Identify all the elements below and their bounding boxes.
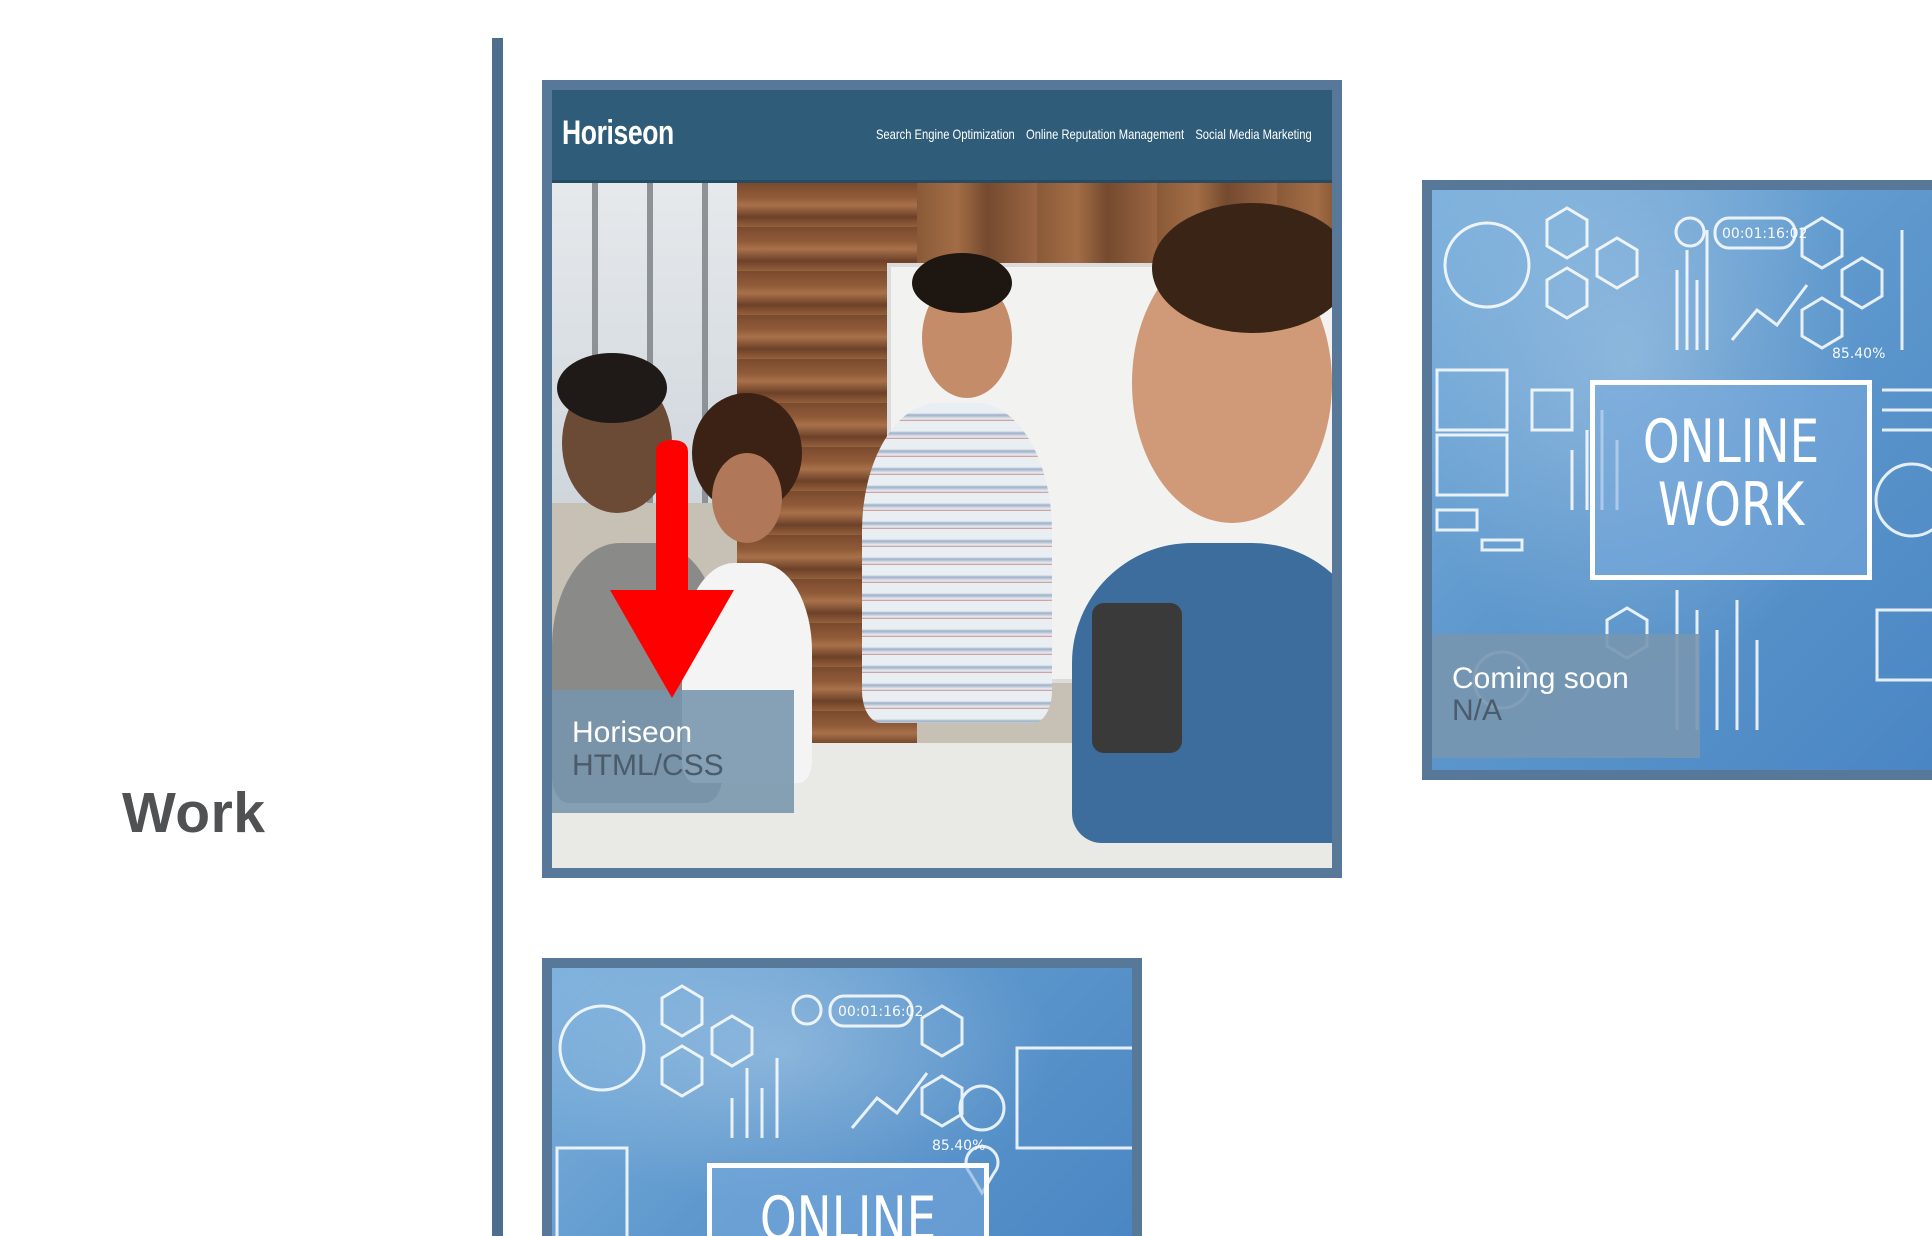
- percent-label: 85.40%: [932, 1138, 985, 1154]
- project-tech: N/A: [1452, 694, 1503, 727]
- project-tech: HTML/CSS: [572, 749, 724, 782]
- work-heading: Work: [122, 781, 266, 845]
- red-down-arrow-icon: [610, 440, 734, 698]
- online-work-box: ONLINE WORK: [1590, 380, 1872, 580]
- timer-label: 00:01:16:02: [1722, 226, 1807, 242]
- project-title: Horiseon: [572, 716, 693, 749]
- section-divider: [492, 38, 503, 1236]
- project-info-overlay: Horiseon HTML/CSS: [552, 690, 794, 813]
- timer-label: 00:01:16:02: [838, 1004, 923, 1020]
- project-title: Coming soon: [1452, 662, 1629, 695]
- project-info-overlay: Coming soon N/A: [1432, 634, 1700, 758]
- screenshot-nav: Search Engine Optimization Online Reputa…: [876, 126, 1312, 142]
- screenshot-nav-item: Search Engine Optimization: [876, 126, 1016, 142]
- online-work-line: ONLINE: [1642, 407, 1820, 477]
- screenshot-logo: Horiseon: [562, 114, 674, 152]
- online-work-box: ONLINE: [707, 1163, 989, 1236]
- project-card-online-work[interactable]: 00:01:16:02 85.40% ONLINE: [542, 958, 1142, 1236]
- online-work-line: ONLINE: [759, 1184, 937, 1236]
- screenshot-nav-item: Online Reputation Management: [1026, 126, 1185, 142]
- portfolio-page: Work Horiseon Search Engine Optimization…: [0, 0, 1932, 1236]
- project-card-coming-soon[interactable]: 00:01:16:02 85.40% ONLINE WORK Coming so…: [1422, 180, 1932, 780]
- screenshot-header: Horiseon Search Engine Optimization Onli…: [552, 90, 1332, 183]
- online-work-line: WORK: [1657, 470, 1805, 540]
- percent-label: 85.40%: [1832, 346, 1885, 362]
- screenshot-nav-item: Social Media Marketing: [1195, 126, 1312, 142]
- project-card-horiseon[interactable]: Horiseon Search Engine Optimization Onli…: [542, 80, 1342, 878]
